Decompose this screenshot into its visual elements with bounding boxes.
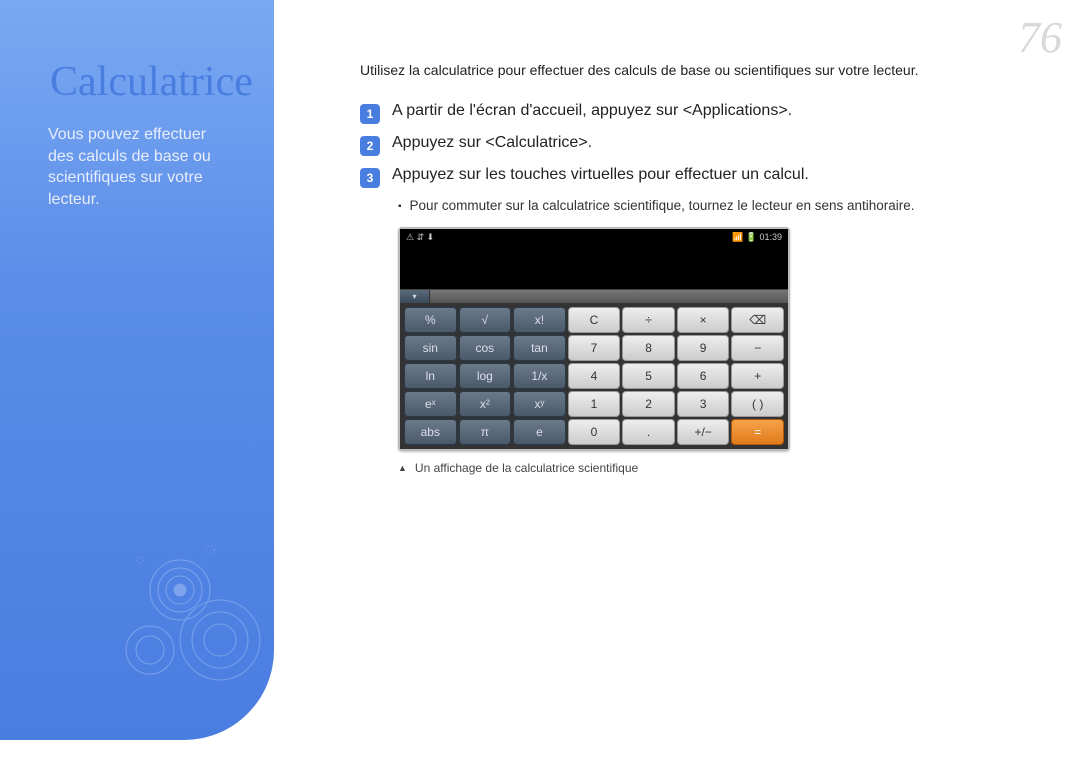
- calc-key: .: [622, 419, 675, 445]
- step-item: 2 Appuyez sur <Calculatrice>.: [360, 134, 1056, 156]
- intro-text: Utilisez la calculatrice pour effectuer …: [360, 62, 1056, 78]
- screenshot-caption: Un affichage de la calculatrice scientif…: [398, 461, 1056, 475]
- calc-key: tan: [513, 335, 566, 361]
- step-number-badge: 2: [360, 136, 380, 156]
- calc-key: 8: [622, 335, 675, 361]
- calc-key: sin: [404, 335, 457, 361]
- calc-key: e: [513, 419, 566, 445]
- calc-key: ÷: [622, 307, 675, 333]
- calc-key: xʸ: [513, 391, 566, 417]
- tab-dropdown-icon: ▾: [400, 290, 430, 303]
- step-item: 3 Appuyez sur les touches virtuelles pou…: [360, 166, 1056, 188]
- calc-status-bar: ⚠ ⇵ ⬇ 📶 🔋 01:39: [400, 229, 788, 245]
- page-number: 76: [1018, 12, 1062, 63]
- calc-key: C: [568, 307, 621, 333]
- calc-key: 3: [677, 391, 730, 417]
- step-number-badge: 3: [360, 168, 380, 188]
- calc-key: ln: [404, 363, 457, 389]
- decorative-circles: [110, 530, 280, 700]
- step-item: 1 A partir de l'écran d'accueil, appuyez…: [360, 102, 1056, 124]
- calc-key: log: [459, 363, 512, 389]
- calc-key: 1/x: [513, 363, 566, 389]
- calc-keypad: %√x!C÷×⌫ sincostan789− lnlog1/x456+ eˣx²xʸ1…: [400, 303, 788, 449]
- page-subtitle: Vous pouvez effectuer des calculs de bas…: [48, 124, 226, 210]
- calc-key: %: [404, 307, 457, 333]
- steps-list: 1 A partir de l'écran d'accueil, appuyez…: [360, 102, 1056, 188]
- calc-key: +/−: [677, 419, 730, 445]
- calc-key: π: [459, 419, 512, 445]
- calc-key: 6: [677, 363, 730, 389]
- calc-key: x²: [459, 391, 512, 417]
- calc-display: [400, 245, 788, 289]
- calc-key: 2: [622, 391, 675, 417]
- calc-key: 0: [568, 419, 621, 445]
- main-content: Utilisez la calculatrice pour effectuer …: [360, 62, 1056, 475]
- step-text: Appuyez sur les touches virtuelles pour …: [392, 166, 809, 184]
- step-text: A partir de l'écran d'accueil, appuyez s…: [392, 102, 792, 120]
- calc-key: √: [459, 307, 512, 333]
- calc-key: x!: [513, 307, 566, 333]
- calc-key: 9: [677, 335, 730, 361]
- calc-key: +: [731, 363, 784, 389]
- calc-key: =: [731, 419, 784, 445]
- status-right-icons: 📶 🔋 01:39: [732, 232, 782, 243]
- calc-key: 1: [568, 391, 621, 417]
- step-text: Appuyez sur <Calculatrice>.: [392, 134, 592, 152]
- calc-key: ×: [677, 307, 730, 333]
- status-left-icons: ⚠ ⇵ ⬇: [406, 232, 434, 243]
- calc-key: 4: [568, 363, 621, 389]
- calc-key: 7: [568, 335, 621, 361]
- calc-key: cos: [459, 335, 512, 361]
- calc-tab-bar: ▾: [400, 289, 788, 303]
- sub-bullet-text: Pour commuter sur la calculatrice scient…: [398, 198, 1056, 213]
- calc-key: ( ): [731, 391, 784, 417]
- calc-key: abs: [404, 419, 457, 445]
- page-title: Calculatrice: [50, 58, 226, 106]
- calc-key: eˣ: [404, 391, 457, 417]
- calculator-screenshot: ⚠ ⇵ ⬇ 📶 🔋 01:39 ▾ %√x!C÷×⌫ sincostan789− l…: [398, 227, 790, 451]
- calc-key: ⌫: [731, 307, 784, 333]
- calc-key: −: [731, 335, 784, 361]
- sidebar: Calculatrice Vous pouvez effectuer des c…: [0, 0, 274, 740]
- step-number-badge: 1: [360, 104, 380, 124]
- calc-key: 5: [622, 363, 675, 389]
